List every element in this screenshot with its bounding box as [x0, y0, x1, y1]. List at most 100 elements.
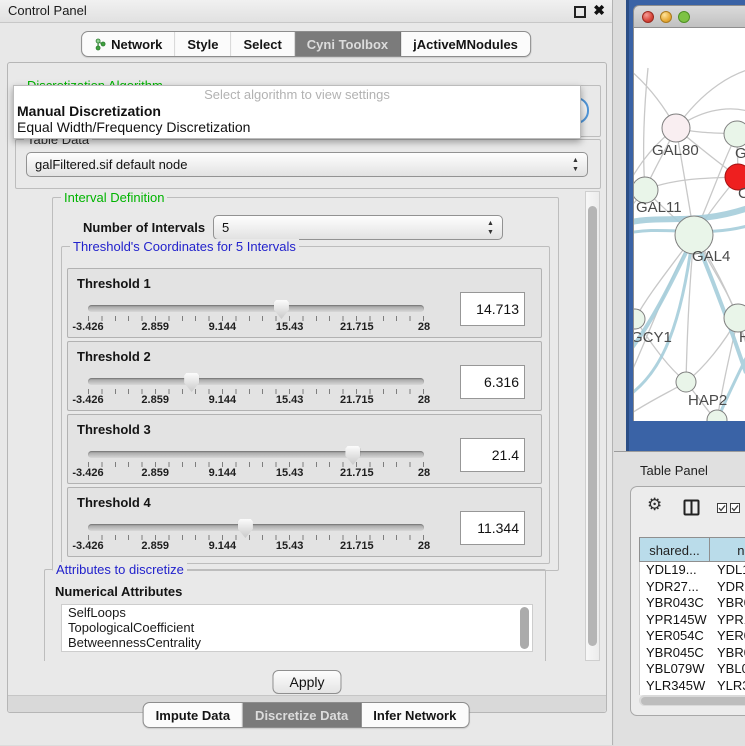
threshold-2-slider[interactable]: -3.426 2.859 9.144 15.43 21.715 28	[88, 376, 424, 402]
tab-jactivemnodules[interactable]: jActiveMNodules	[401, 32, 530, 56]
tab-infer-network[interactable]: Infer Network	[361, 703, 468, 727]
column-header-name[interactable]: na	[710, 537, 745, 562]
cell[interactable]: YLR345W	[640, 678, 711, 695]
close-window-icon[interactable]: ✖	[593, 2, 605, 19]
checkbox-icons[interactable]	[717, 503, 740, 513]
cell[interactable]: YBR043C	[640, 595, 711, 612]
column-header-shared-name[interactable]: shared...	[639, 537, 710, 562]
threshold-1-value-field[interactable]: 14.713	[460, 292, 525, 326]
thresholds-group-title: Threshold's Coordinates for 5 Intervals	[70, 239, 299, 254]
tick-label: 9.144	[209, 321, 237, 333]
checked-box-icon	[717, 503, 727, 513]
table-row[interactable]: YBR043CYBR0	[640, 595, 745, 612]
tick-label: 28	[418, 394, 430, 406]
checked-box-icon	[730, 503, 740, 513]
tick-label: 9.144	[209, 467, 237, 479]
table-panel-title: Table Panel	[640, 463, 708, 478]
table-row[interactable]: YPR145WYPR1	[640, 612, 745, 629]
slider-track[interactable]	[88, 378, 424, 385]
slider-track[interactable]	[88, 305, 424, 312]
threshold-1-slider[interactable]: -3.426 2.859 9.144 15.43 21.715 28	[88, 303, 424, 329]
tab-network[interactable]: Network	[82, 32, 175, 56]
node-gcy1[interactable]	[634, 309, 645, 329]
node-hap2[interactable]	[676, 372, 696, 392]
mac-minimize-button[interactable]	[660, 11, 672, 23]
list-item[interactable]: BetweennessCentrality	[62, 635, 532, 650]
columns-icon[interactable]	[683, 499, 700, 516]
algorithm-placeholder-option[interactable]: Select algorithm to view settings	[14, 86, 580, 103]
tab-discretize-data[interactable]: Discretize Data	[243, 703, 361, 727]
table-row[interactable]: YBR045CYBR0	[640, 645, 745, 662]
cell[interactable]: YBR0	[711, 645, 745, 662]
threshold-4-value-field[interactable]: 11.344	[460, 511, 525, 545]
list-scrollbar[interactable]	[520, 607, 529, 649]
tab-select[interactable]: Select	[231, 32, 294, 56]
numerical-attributes-label: Numerical Attributes	[55, 584, 182, 599]
tick-label: 28	[418, 321, 430, 333]
node-gal80[interactable]	[662, 114, 690, 142]
cell[interactable]: YDR2	[711, 579, 745, 596]
table-data-combobox[interactable]: galFiltered.sif default node ▲▼	[26, 152, 588, 177]
list-item[interactable]: SelfLoops	[62, 605, 532, 620]
tab-style[interactable]: Style	[175, 32, 231, 56]
gear-icon[interactable]: ⚙	[647, 495, 662, 515]
tab-jactivemnodules-label: jActiveMNodules	[413, 37, 518, 52]
number-of-intervals-value: 5	[222, 220, 229, 235]
algorithm-option-equal-width[interactable]: Equal Width/Frequency Discretization	[14, 119, 580, 135]
slider-track[interactable]	[88, 451, 424, 458]
cell[interactable]: YDL1	[711, 562, 745, 579]
slider-tick-labels: -3.426 2.859 9.144 15.43 21.715 28	[88, 540, 424, 552]
threshold-3-value-field[interactable]: 21.4	[460, 438, 525, 472]
float-window-icon[interactable]	[574, 6, 586, 18]
table-row[interactable]: YLR345WYLR3	[640, 678, 745, 695]
cell[interactable]: YER054C	[640, 628, 711, 645]
desktop-background: GAL80 G C GAL11 GAL4 GCY1 H HAP2	[626, 0, 745, 451]
scrollbar-thumb[interactable]	[641, 697, 745, 705]
table-row[interactable]: YER054CYER0	[640, 628, 745, 645]
node-partial-bottom[interactable]	[707, 410, 727, 421]
node-h[interactable]	[724, 304, 745, 332]
slider-tick-labels: -3.426 2.859 9.144 15.43 21.715 28	[88, 321, 424, 333]
cyni-toolbox-panel: Discretization Algorithm Select algorith…	[7, 62, 607, 713]
list-item[interactable]: TopologicalCoefficient	[62, 620, 532, 635]
cell[interactable]: YER0	[711, 628, 745, 645]
network-window-titlebar[interactable]	[633, 5, 745, 28]
node-partial-top-right[interactable]	[724, 121, 745, 147]
settings-vertical-scrollbar[interactable]	[585, 191, 600, 661]
cell[interactable]: YBL079W	[640, 661, 711, 678]
cell[interactable]: YDL19...	[640, 562, 711, 579]
cell[interactable]: YBR045C	[640, 645, 711, 662]
cell[interactable]: YBR0	[711, 595, 745, 612]
table-horizontal-scrollbar[interactable]	[639, 695, 745, 706]
scrollbar-thumb[interactable]	[588, 206, 597, 646]
tick-label: 9.144	[209, 394, 237, 406]
table-row[interactable]: YDL19...YDL1	[640, 562, 745, 579]
threshold-3-slider[interactable]: -3.426 2.859 9.144 15.43 21.715 28	[88, 449, 424, 475]
mac-zoom-button[interactable]	[678, 11, 690, 23]
cell[interactable]: YPR145W	[640, 612, 711, 629]
table-row[interactable]: YDR27...YDR2	[640, 579, 745, 596]
apply-button[interactable]: Apply	[272, 670, 341, 694]
network-view-canvas[interactable]: GAL80 G C GAL11 GAL4 GCY1 H HAP2	[633, 28, 745, 421]
threshold-1-label: Threshold 1	[77, 276, 151, 291]
slider-track[interactable]	[88, 524, 424, 531]
tab-cyni-toolbox[interactable]: Cyni Toolbox	[295, 32, 401, 56]
algorithm-option-manual[interactable]: Manual Discretization	[14, 103, 580, 119]
threshold-2-value-field[interactable]: 6.316	[460, 365, 525, 399]
cell[interactable]: YDR27...	[640, 579, 711, 596]
mac-close-button[interactable]	[642, 11, 654, 23]
cell[interactable]: YPR1	[711, 612, 745, 629]
table-row[interactable]: YBL079WYBL0	[640, 661, 745, 678]
threshold-4-slider[interactable]: -3.426 2.859 9.144 15.43 21.715 28	[88, 522, 424, 548]
node-label-hap2: HAP2	[688, 392, 727, 409]
network-icon	[94, 38, 106, 51]
tab-impute-data[interactable]: Impute Data	[144, 703, 243, 727]
interval-definition-group-title: Interval Definition	[61, 191, 167, 205]
network-edge[interactable]	[645, 177, 738, 190]
number-of-intervals-combobox[interactable]: 5 ▲▼	[213, 215, 503, 240]
cell[interactable]: YLR3	[711, 678, 745, 695]
tick-label: 21.715	[340, 321, 374, 333]
threshold-3-panel: Threshold 3 -3.426 2.859 9.144 15.43 21.…	[67, 414, 542, 484]
cell[interactable]: YBL0	[711, 661, 745, 678]
tab-select-label: Select	[243, 37, 281, 52]
